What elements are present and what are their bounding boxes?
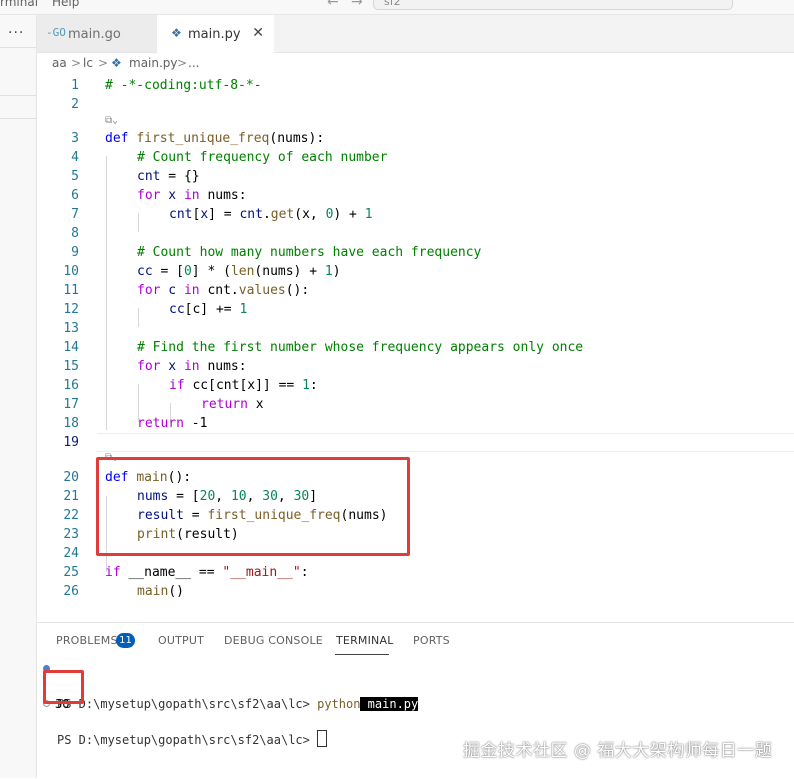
code-line: 12 cc[c] += 1 — [63, 302, 248, 317]
python-file-icon: ❖ — [111, 56, 122, 70]
breadcrumb-lc[interactable]: lc — [83, 56, 93, 70]
highlight-box-output — [43, 670, 84, 704]
python-file-icon: ❖ — [171, 26, 182, 40]
code-line: 11 for c in cnt.values(): — [63, 283, 310, 298]
terminal-line: PS D:\mysetup\gopath\src\sf2\aa\lc> — [37, 694, 794, 747]
code-line: 26 main() — [63, 584, 184, 599]
code-line: 19 — [63, 435, 79, 450]
tab-problems[interactable]: PROBLEMS — [56, 634, 118, 647]
code-line: 16 if cc[cnt[x]] == 1: — [63, 378, 318, 393]
code-line: 8 — [71, 226, 79, 241]
breadcrumb: aa > lc > ❖ main.py > ... — [37, 53, 794, 73]
go-file-icon: -GO — [46, 26, 66, 39]
code-line: 5 cnt = {} — [71, 169, 200, 184]
close-icon[interactable]: ✕ — [252, 25, 264, 41]
tab-debug-console[interactable]: DEBUG CONSOLE — [224, 634, 323, 647]
code-line: 10 cc = [0] * (len(nums) + 1) — [63, 264, 341, 279]
tab-main-py[interactable]: ❖ main.py ✕ — [157, 15, 274, 53]
code-line: 9 # Count how many numbers have each fre… — [71, 245, 482, 260]
code-line: 13 — [63, 321, 79, 336]
code-line: 3 def first_unique_freq(nums): — [71, 131, 325, 146]
chevron-right-icon: > — [177, 56, 188, 70]
code-line: 6 for x in nums: — [71, 188, 247, 203]
terminal-line: PS D:\mysetup\gopath\src\sf2\aa\lc> pyth… — [37, 659, 794, 711]
tab-output[interactable]: OUTPUT — [158, 634, 204, 647]
breadcrumb-main-py[interactable]: main.py — [129, 56, 178, 70]
code-line: 4 # Count frequency of each number — [71, 150, 388, 165]
problems-count-badge: 11 — [116, 633, 135, 648]
chevron-right-icon: > — [98, 56, 109, 70]
breadcrumb-symbol[interactable]: ... — [188, 56, 199, 70]
menu-terminal[interactable]: rminal — [0, 0, 38, 9]
highlight-box-main — [96, 457, 410, 556]
code-line: 25 if __name__ == "__main__": — [63, 565, 309, 580]
code-line: 2 — [71, 97, 79, 112]
editor-tab-bar: -GO main.go ❖ main.py ✕ — [37, 15, 794, 53]
watermark: 掘金技术社区 @ 福大大架构师每日一题 — [463, 741, 773, 761]
breadcrumb-aa[interactable]: aa — [52, 56, 67, 70]
code-line: 15 for x in nums: — [63, 359, 247, 374]
activity-strip: ··· — [0, 15, 37, 778]
forward-arrow-icon[interactable]: → — [351, 0, 363, 10]
tab-ports[interactable]: PORTS — [413, 634, 450, 647]
menu-help[interactable]: Help — [52, 0, 79, 9]
tab-main-go[interactable]: -GO main.go — [37, 15, 158, 52]
code-line: 14 # Find the first number whose frequen… — [63, 340, 584, 355]
active-tab-indicator — [335, 654, 389, 655]
tab-label: main.go — [68, 27, 121, 42]
code-line: 18 return -1 — [63, 416, 208, 431]
terminal-cursor — [317, 730, 328, 747]
more-actions-icon[interactable]: ··· — [8, 25, 24, 41]
terminal-output-line: 30 — [55, 697, 70, 711]
chevron-right-icon: > — [71, 56, 82, 70]
code-line: 1 # -*-coding:utf-8-*- — [71, 78, 262, 93]
menu-bar: rminal Help ← → sf2 — [0, 0, 794, 15]
code-editor[interactable]: 1 # -*-coding:utf-8-*- 2 ⧉⌄ 3 def first_… — [37, 74, 794, 622]
tab-label: main.py — [188, 27, 241, 42]
tab-terminal[interactable]: TERMINAL — [336, 634, 394, 647]
codelens-icon[interactable]: ⧉⌄ — [105, 114, 118, 128]
command-center-search[interactable]: sf2 — [373, 0, 733, 10]
code-line: 17 return x — [63, 397, 264, 412]
code-line: 7 cnt[x] = cnt.get(x, 0) + 1 — [71, 207, 373, 222]
back-arrow-icon[interactable]: ← — [327, 0, 339, 10]
